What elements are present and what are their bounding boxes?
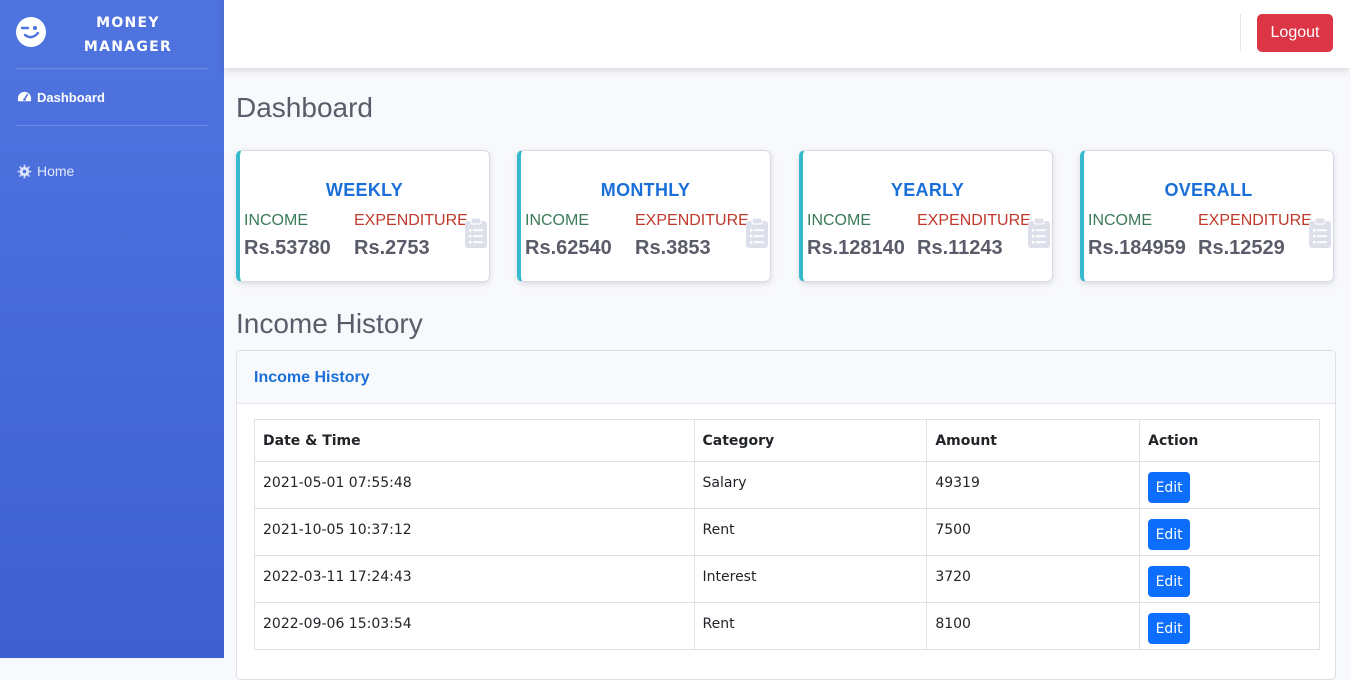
column-header: Date & Time <box>254 419 695 462</box>
income-label: INCOME <box>244 212 308 229</box>
tachometer-icon <box>17 91 32 102</box>
income-label: INCOME <box>807 212 871 229</box>
sidebar-item-label: Home <box>37 163 75 179</box>
action-cell: Edit <box>1139 555 1320 603</box>
card-title: OVERALL <box>1164 180 1253 200</box>
wink-face-icon <box>16 17 46 47</box>
income-value: Rs.184959 <box>1088 237 1186 259</box>
column-header: Category <box>693 419 928 462</box>
card-title: WEEKLY <box>325 180 404 200</box>
card-title: MONTHLY <box>600 180 691 200</box>
sidebar-item-home[interactable]: Home <box>17 163 74 179</box>
amount-cell: 8100 <box>926 602 1141 650</box>
datetime-cell: 2021-05-01 07:55:48 <box>254 461 695 509</box>
summary-card-overall: OVERALL INCOME EXPENDITURE Rs.184959 Rs.… <box>1080 150 1334 282</box>
expenditure-label: EXPENDITURE <box>917 212 1031 229</box>
amount-cell: 49319 <box>926 461 1141 509</box>
income-label: INCOME <box>1088 212 1152 229</box>
table-row: 2021-05-01 07:55:48 Salary 49319 Edit <box>254 461 1320 509</box>
datetime-cell: 2022-09-06 15:03:54 <box>254 602 695 650</box>
category-cell: Salary <box>693 461 928 509</box>
datetime-cell: 2021-10-05 10:37:12 <box>254 508 695 556</box>
sidebar: MONEY MANAGER Dashboard Home <box>0 0 224 658</box>
income-history-panel: Income History Date & Time Category Amou… <box>236 350 1336 680</box>
table-row: 2021-10-05 10:37:12 Rent 7500 Edit <box>254 508 1320 556</box>
income-value: Rs.128140 <box>807 237 905 259</box>
column-header: Action <box>1139 419 1320 462</box>
datetime-cell: 2022-03-11 17:24:43 <box>254 555 695 603</box>
brand[interactable]: MONEY MANAGER <box>0 0 224 68</box>
edit-button[interactable]: Edit <box>1148 519 1191 550</box>
panel-header: Income History <box>237 351 1335 404</box>
edit-button[interactable]: Edit <box>1148 566 1191 597</box>
clipboard-icon <box>465 217 487 248</box>
income-label: INCOME <box>525 212 589 229</box>
topbar-divider <box>1240 14 1241 51</box>
edit-button[interactable]: Edit <box>1148 613 1191 644</box>
action-cell: Edit <box>1139 461 1320 509</box>
clipboard-icon <box>1028 217 1050 248</box>
gear-icon <box>17 163 32 179</box>
income-value: Rs.62540 <box>525 237 612 259</box>
clipboard-icon <box>746 217 768 248</box>
panel-title: Income History <box>254 369 370 386</box>
amount-cell: 7500 <box>926 508 1141 556</box>
clipboard-icon <box>1309 217 1331 248</box>
table-row: 2022-03-11 17:24:43 Interest 3720 Edit <box>254 555 1320 603</box>
table-row: 2022-09-06 15:03:54 Rent 8100 Edit <box>254 602 1320 650</box>
category-cell: Interest <box>693 555 928 603</box>
edit-button[interactable]: Edit <box>1148 472 1191 503</box>
expenditure-label: EXPENDITURE <box>635 212 749 229</box>
expenditure-label: EXPENDITURE <box>354 212 468 229</box>
expenditure-value: Rs.12529 <box>1198 237 1285 259</box>
topbar: Logout <box>224 0 1350 68</box>
expenditure-label: EXPENDITURE <box>1198 212 1312 229</box>
income-history-table: Date & Time Category Amount Action 2021-… <box>254 419 1320 650</box>
action-cell: Edit <box>1139 602 1320 650</box>
brand-line-2: MANAGER <box>83 39 173 55</box>
sidebar-item-label: Dashboard <box>37 90 105 105</box>
action-cell: Edit <box>1139 508 1320 556</box>
expenditure-value: Rs.11243 <box>917 237 1003 259</box>
category-cell: Rent <box>693 508 928 556</box>
page-title: Dashboard <box>236 92 373 123</box>
sidebar-divider <box>16 68 208 69</box>
table-header-row: Date & Time Category Amount Action <box>254 419 1320 462</box>
section-title: Income History <box>236 308 423 339</box>
column-header: Amount <box>926 419 1141 462</box>
summary-card-yearly: YEARLY INCOME EXPENDITURE Rs.128140 Rs.1… <box>799 150 1053 282</box>
category-cell: Rent <box>693 602 928 650</box>
expenditure-value: Rs.2753 <box>354 237 430 259</box>
sidebar-divider <box>16 125 208 126</box>
brand-line-1: MONEY <box>96 15 160 31</box>
card-title: YEARLY <box>890 180 965 200</box>
summary-card-weekly: WEEKLY INCOME EXPENDITURE Rs.53780 Rs.27… <box>236 150 490 282</box>
brand-name: MONEY MANAGER <box>60 11 196 59</box>
summary-card-monthly: MONTHLY INCOME EXPENDITURE Rs.62540 Rs.3… <box>517 150 771 282</box>
income-value: Rs.53780 <box>244 237 331 259</box>
logout-button[interactable]: Logout <box>1257 14 1333 52</box>
sidebar-item-dashboard[interactable]: Dashboard <box>17 90 105 105</box>
amount-cell: 3720 <box>926 555 1141 603</box>
expenditure-value: Rs.3853 <box>635 237 711 259</box>
